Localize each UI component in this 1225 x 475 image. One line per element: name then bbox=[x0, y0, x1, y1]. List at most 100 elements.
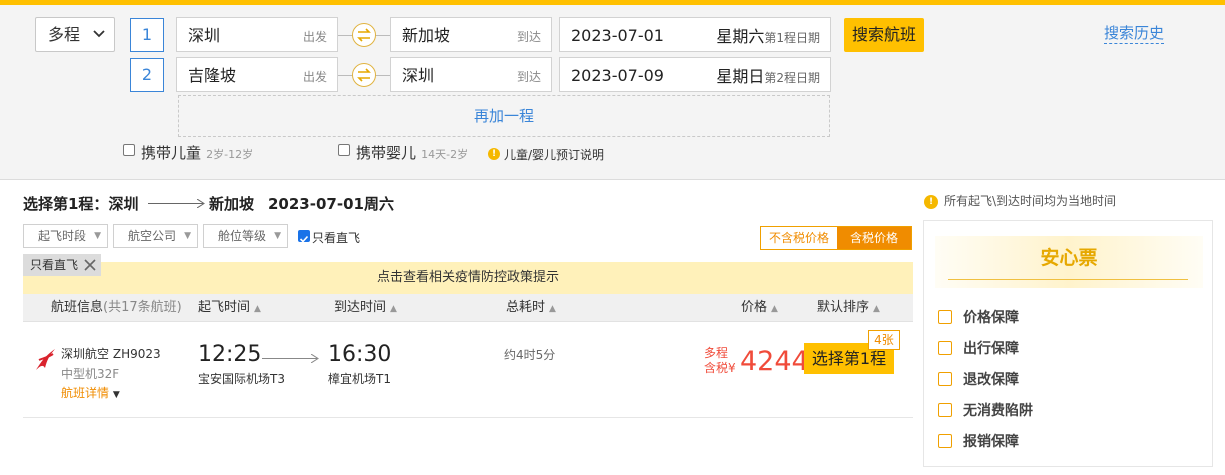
depart-airport: 宝安国际机场T3 bbox=[198, 372, 285, 386]
col-sort[interactable]: 默认排序 ▲ bbox=[817, 294, 880, 323]
child-checkbox[interactable] bbox=[123, 144, 135, 156]
caret-down-icon: ▼ bbox=[274, 231, 281, 241]
arrive-time: 16:30 bbox=[328, 342, 392, 367]
direct-only-label: 只看直飞 bbox=[312, 231, 361, 245]
price-toggle: 不含税价格 含税价格 bbox=[760, 226, 912, 250]
to-hint: 到达 bbox=[516, 70, 541, 84]
col-price[interactable]: 价格 ▲ bbox=[741, 294, 778, 323]
sort-icon: ▲ bbox=[390, 304, 397, 314]
airline-logo-icon bbox=[33, 346, 59, 376]
chevron-down-icon: ▼ bbox=[112, 390, 120, 400]
to-hint: 到达 bbox=[516, 30, 541, 44]
trip-type-value: 多程 bbox=[48, 25, 81, 44]
caret-down-icon: ▼ bbox=[184, 231, 191, 241]
results-title: 选择第1程：深圳 bbox=[23, 195, 139, 213]
caret-down-icon: ▼ bbox=[94, 231, 101, 241]
to-city-field-1[interactable]: 新加坡 到达 bbox=[390, 17, 552, 52]
swap-icon bbox=[357, 28, 371, 42]
guarantee-item: 出行保障 bbox=[963, 341, 1019, 357]
to-city-field-2[interactable]: 深圳 到达 bbox=[390, 57, 552, 92]
local-time-note: 所有起飞\到达时间均为当地时间 bbox=[944, 194, 1117, 208]
sort-icon: ▲ bbox=[771, 304, 778, 314]
flight-arrow bbox=[262, 358, 317, 359]
flight-duration: 约4时5分 bbox=[504, 348, 556, 362]
guarantee-item: 价格保障 bbox=[963, 310, 1019, 326]
date-value: 2023-07-01 bbox=[571, 26, 664, 45]
arrive-airport: 樟宜机场T1 bbox=[328, 372, 391, 386]
col-depart[interactable]: 起飞时间 ▲ bbox=[198, 294, 261, 323]
arrow-head-icon bbox=[311, 354, 319, 363]
guarantee-item: 退改保障 bbox=[963, 372, 1019, 388]
filter-depart-time[interactable]: 起飞时段 ▼ bbox=[23, 224, 108, 248]
from-hint: 出发 bbox=[302, 70, 327, 84]
weekday-label: 星期日第2程日期 bbox=[716, 67, 820, 86]
search-flights-button[interactable]: 搜索航班 bbox=[844, 18, 924, 52]
search-history-link[interactable]: 搜索历史 bbox=[1104, 23, 1165, 44]
guarantee-item: 无消费陷阱 bbox=[963, 403, 1033, 419]
results-destination: 新加坡 bbox=[209, 195, 255, 213]
search-panel: 多程 1 深圳 出发 新加坡 到达 2023-07-01 星期六第1程日期 2 … bbox=[0, 5, 1225, 180]
sort-icon: ▲ bbox=[254, 304, 261, 314]
check-square-icon bbox=[938, 372, 952, 386]
filter-cabin[interactable]: 舱位等级 ▼ bbox=[203, 224, 288, 248]
aircraft-type: 中型机32F bbox=[61, 367, 120, 381]
chevron-down-icon bbox=[92, 18, 106, 64]
info-icon: ! bbox=[488, 148, 500, 160]
title-underline bbox=[948, 279, 1188, 280]
check-square-icon bbox=[938, 341, 952, 355]
col-duration[interactable]: 总耗时 ▲ bbox=[506, 294, 556, 323]
anxin-title: 安心票 bbox=[935, 236, 1203, 288]
arrow-head-icon bbox=[197, 199, 205, 208]
from-city-value: 吉隆坡 bbox=[188, 66, 237, 85]
to-city-value: 新加坡 bbox=[402, 26, 451, 45]
check-square-icon bbox=[938, 434, 952, 448]
check-icon bbox=[299, 235, 309, 243]
segment-number-1: 1 bbox=[130, 18, 164, 52]
close-icon[interactable] bbox=[83, 258, 97, 272]
epidemic-notice[interactable]: 点击查看相关疫情防控政策提示 bbox=[23, 262, 913, 294]
segment-number-2: 2 bbox=[130, 58, 164, 92]
add-trip-button[interactable]: 再加一程 bbox=[178, 95, 830, 137]
sort-icon: ▲ bbox=[873, 304, 880, 314]
row-divider bbox=[23, 417, 913, 418]
from-city-field-1[interactable]: 深圳 出发 bbox=[176, 17, 338, 52]
direct-only-checkbox[interactable] bbox=[298, 230, 310, 243]
info-icon: ! bbox=[924, 195, 938, 209]
booking-note-link[interactable]: 儿童/婴儿预订说明 bbox=[504, 146, 604, 163]
from-hint: 出发 bbox=[302, 30, 327, 44]
check-square-icon bbox=[938, 403, 952, 417]
infant-option: 携带婴儿 14天-2岁 bbox=[356, 144, 469, 162]
check-square-icon bbox=[938, 310, 952, 324]
child-option: 携带儿童 2岁-12岁 bbox=[141, 144, 254, 162]
depart-time: 12:25 bbox=[198, 342, 262, 367]
excl-tax-option[interactable]: 不含税价格 bbox=[761, 227, 837, 249]
flight-price: 4244 bbox=[740, 346, 809, 377]
from-city-field-2[interactable]: 吉隆坡 出发 bbox=[176, 57, 338, 92]
swap-cities-button-2[interactable] bbox=[352, 63, 376, 87]
date-field-2[interactable]: 2023-07-09 星期日第2程日期 bbox=[559, 57, 831, 92]
weekday-label: 星期六第1程日期 bbox=[716, 27, 820, 46]
date-value: 2023-07-09 bbox=[571, 66, 664, 85]
route-arrow bbox=[148, 203, 203, 204]
filter-airline[interactable]: 航空公司 ▼ bbox=[113, 224, 198, 248]
flight-details-link[interactable]: 航班详情 ▼ bbox=[61, 384, 120, 401]
infant-checkbox[interactable] bbox=[338, 144, 350, 156]
seat-count-badge: 4张 bbox=[868, 330, 900, 350]
trip-type-select[interactable]: 多程 bbox=[35, 17, 115, 52]
to-city-value: 深圳 bbox=[402, 66, 435, 85]
price-tag-multi: 多程 bbox=[704, 346, 729, 360]
guarantee-item: 报销保障 bbox=[963, 434, 1019, 450]
results-date: 2023-07-01周六 bbox=[268, 195, 394, 213]
table-header: 航班信息(共17条航班) 起飞时间 ▲ 到达时间 ▲ 总耗时 ▲ 价格 ▲ 默认排序 ▲ bbox=[23, 294, 913, 322]
sort-icon: ▲ bbox=[549, 304, 556, 314]
from-city-value: 深圳 bbox=[188, 26, 221, 45]
col-flight-info: 航班信息(共17条航班) bbox=[51, 300, 182, 315]
price-tag-tax: 含税¥ bbox=[704, 361, 736, 375]
incl-tax-option[interactable]: 含税价格 bbox=[837, 227, 911, 249]
col-arrive[interactable]: 到达时间 ▲ bbox=[334, 294, 397, 323]
swap-cities-button-1[interactable] bbox=[352, 23, 376, 47]
active-filter-tag: 只看直飞 bbox=[23, 254, 101, 276]
date-field-1[interactable]: 2023-07-01 星期六第1程日期 bbox=[559, 17, 831, 52]
swap-icon bbox=[357, 68, 371, 82]
flight-airline: 深圳航空 ZH9023 bbox=[61, 347, 161, 361]
